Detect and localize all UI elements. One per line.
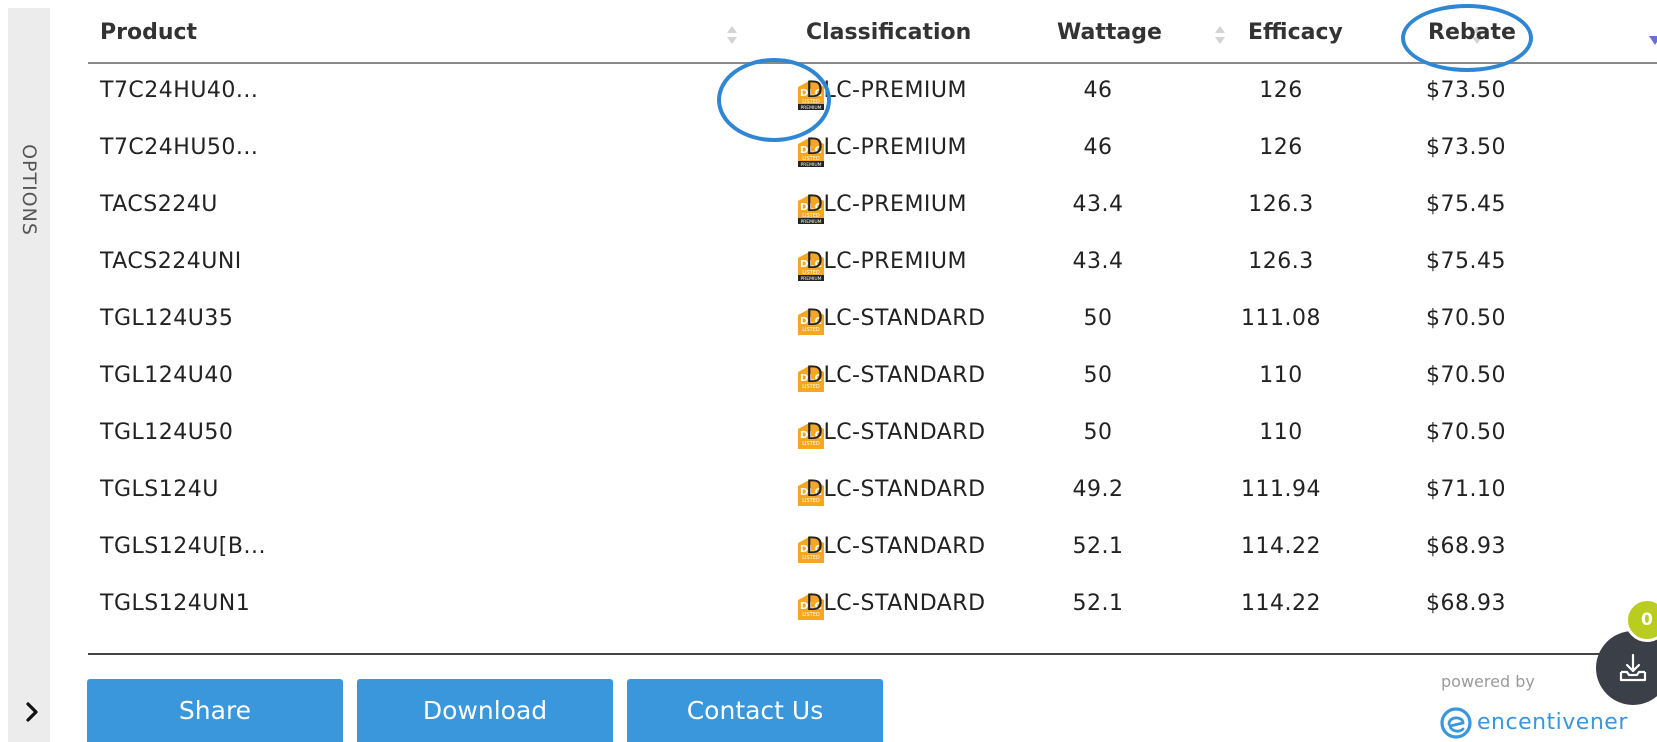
table-row[interactable]: T7C24HU50... DLC LISTED PREMIUM DLC-PREMIU…: [88, 121, 1657, 178]
efficacy-cell: 111.08: [1241, 306, 1321, 331]
brand-name: encentivener: [1477, 710, 1628, 735]
wattage-cell: 52.1: [1072, 591, 1124, 616]
column-header-classification[interactable]: Classification: [806, 20, 971, 45]
rebate-cell: $73.50: [1426, 135, 1506, 160]
product-name[interactable]: TGLS124U[B...: [100, 534, 266, 559]
wattage-cell: 49.2: [1072, 477, 1124, 502]
product-table: Product Classification Wattage Efficacy …: [88, 0, 1657, 634]
classification-cell: DLC-STANDARD: [806, 306, 986, 331]
product-name[interactable]: TGLS124U: [100, 477, 219, 502]
product-name[interactable]: TGL124U40: [100, 363, 233, 388]
wattage-cell: 46: [1083, 135, 1113, 160]
options-label: OPTIONS: [18, 144, 40, 236]
efficacy-cell: 126.3: [1248, 192, 1314, 217]
product-name[interactable]: T7C24HU40...: [100, 78, 258, 103]
table-header: Product Classification Wattage Efficacy …: [88, 0, 1657, 64]
efficacy-cell: 110: [1259, 363, 1303, 388]
table-row[interactable]: T7C24HU40... DLC LISTED PREMIUM DLC-PREMIU…: [88, 64, 1657, 121]
efficacy-cell: 114.22: [1241, 591, 1321, 616]
rebate-cell: $70.50: [1426, 363, 1506, 388]
column-header-product[interactable]: Product: [100, 20, 197, 45]
product-name[interactable]: T7C24HU50...: [100, 135, 258, 160]
table-body: T7C24HU40... DLC LISTED PREMIUM DLC-PREMIU…: [88, 64, 1657, 634]
share-button[interactable]: Share: [87, 679, 343, 742]
rebate-cell: $75.45: [1426, 192, 1506, 217]
table-row[interactable]: TGL124U50 DLC LISTED DLC-STANDARD 50 110 …: [88, 406, 1657, 463]
classification-cell: DLC-PREMIUM: [806, 192, 968, 217]
download-queue-button[interactable]: [1596, 631, 1657, 705]
product-name[interactable]: TACS224U: [100, 192, 218, 217]
table-row[interactable]: TGLS124U DLC LISTED DLC-STANDARD 49.2 111…: [88, 463, 1657, 520]
classification-cell: DLC-STANDARD: [806, 420, 986, 445]
rebate-cell: $73.50: [1426, 78, 1506, 103]
rebate-cell: $75.45: [1426, 249, 1506, 274]
classification-cell: DLC-PREMIUM: [806, 78, 968, 103]
svg-text:PREMIUM: PREMIUM: [800, 105, 821, 110]
classification-cell: DLC-STANDARD: [806, 591, 986, 616]
download-button[interactable]: Download: [357, 679, 613, 742]
product-name[interactable]: TGLS124UN1: [100, 591, 250, 616]
column-header-rebate[interactable]: Rebate: [1428, 20, 1516, 45]
wattage-cell: 43.4: [1072, 192, 1124, 217]
product-name[interactable]: TGL124U35: [100, 306, 233, 331]
product-name[interactable]: TGL124U50: [100, 420, 233, 445]
rebate-cell: $68.93: [1426, 534, 1506, 559]
rebate-cell: $71.10: [1426, 477, 1506, 502]
wattage-cell: 50: [1083, 363, 1113, 388]
sort-wattage-icon[interactable]: [1214, 24, 1226, 46]
sort-product-icon[interactable]: [726, 24, 738, 46]
classification-cell: DLC-PREMIUM: [806, 249, 968, 274]
contact-us-button[interactable]: Contact Us: [627, 679, 883, 742]
table-row[interactable]: TGLS124UN1 DLC LISTED DLC-STANDARD 52.1 1…: [88, 577, 1657, 634]
efficacy-cell: 126: [1259, 135, 1303, 160]
classification-cell: DLC-STANDARD: [806, 534, 986, 559]
expand-options-chevron-icon[interactable]: [20, 697, 44, 727]
rebate-cell: $70.50: [1426, 306, 1506, 331]
wattage-cell: 50: [1083, 306, 1113, 331]
table-row[interactable]: TGL124U40 DLC LISTED DLC-STANDARD 50 110 …: [88, 349, 1657, 406]
table-row[interactable]: TACS224UNI DLC LISTED PREMIUM DLC-PREMIUM …: [88, 235, 1657, 292]
encentiv-logo-icon: [1439, 706, 1473, 742]
wattage-cell: 43.4: [1072, 249, 1124, 274]
svg-text:PREMIUM: PREMIUM: [800, 276, 821, 281]
classification-cell: DLC-PREMIUM: [806, 135, 968, 160]
svg-text:PREMIUM: PREMIUM: [800, 219, 821, 224]
classification-cell: DLC-STANDARD: [806, 363, 986, 388]
efficacy-cell: 114.22: [1241, 534, 1321, 559]
product-name[interactable]: TACS224UNI: [100, 249, 242, 274]
wattage-cell: 46: [1083, 78, 1113, 103]
wattage-cell: 52.1: [1072, 534, 1124, 559]
column-header-efficacy[interactable]: Efficacy: [1248, 20, 1343, 45]
table-row[interactable]: TGLS124U[B... DLC LISTED DLC-STANDARD 52.…: [88, 520, 1657, 577]
column-header-wattage[interactable]: Wattage: [1057, 20, 1162, 45]
efficacy-cell: 110: [1259, 420, 1303, 445]
classification-cell: DLC-STANDARD: [806, 477, 986, 502]
efficacy-cell: 126: [1259, 78, 1303, 103]
rebate-cell: $70.50: [1426, 420, 1506, 445]
table-bottom-divider: [88, 653, 1628, 655]
table-row[interactable]: TGL124U35 DLC LISTED DLC-STANDARD 50 111.…: [88, 292, 1657, 349]
svg-text:PREMIUM: PREMIUM: [800, 162, 821, 167]
efficacy-cell: 111.94: [1241, 477, 1321, 502]
rebate-cell: $68.93: [1426, 591, 1506, 616]
table-row[interactable]: TACS224U DLC LISTED PREMIUM DLC-PREMIUM 43…: [88, 178, 1657, 235]
sort-rebate-desc-icon[interactable]: [1648, 32, 1657, 51]
wattage-cell: 50: [1083, 420, 1113, 445]
download-tray-icon: [1619, 653, 1647, 682]
powered-by-label: powered by: [1441, 672, 1535, 691]
efficacy-cell: 126.3: [1248, 249, 1314, 274]
